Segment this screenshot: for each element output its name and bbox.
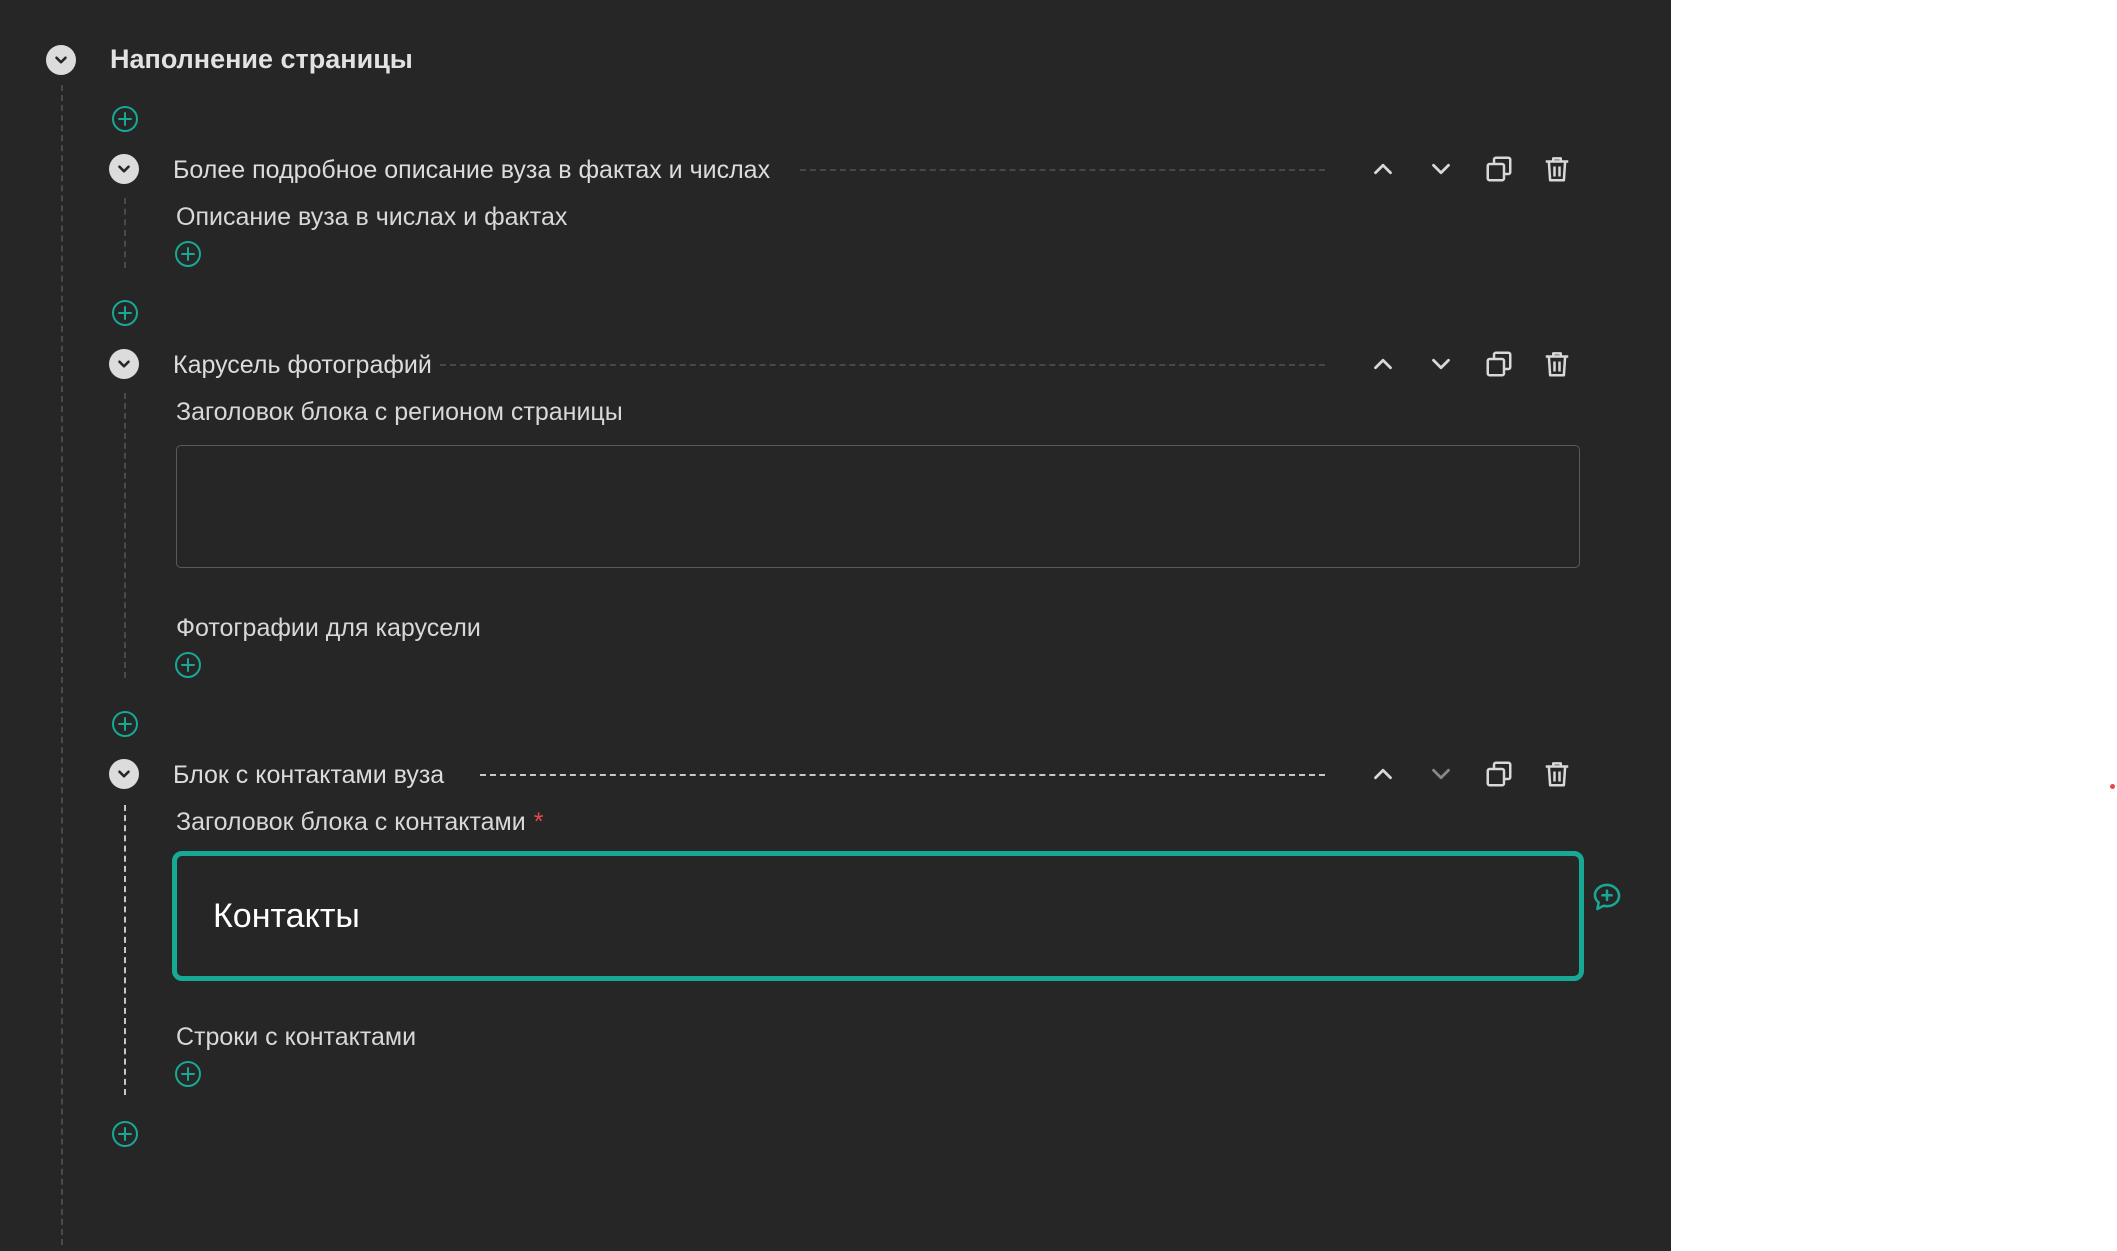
move-up-button[interactable]	[1365, 151, 1401, 187]
delete-button[interactable]	[1539, 151, 1575, 187]
move-down-button[interactable]	[1423, 346, 1459, 382]
plus-icon	[118, 717, 132, 731]
plus-icon	[181, 1067, 195, 1081]
chevron-down-icon	[1432, 163, 1450, 175]
field-label-text: Заголовок блока с контактами	[176, 808, 526, 836]
delete-button[interactable]	[1539, 346, 1575, 382]
block-collapse-button[interactable]	[109, 349, 139, 379]
block-guide-line	[124, 393, 126, 678]
add-block-button[interactable]	[112, 711, 138, 737]
input-value: Контакты	[213, 896, 360, 935]
field-label: Заголовок блока с контактами *	[176, 808, 543, 837]
block-guide-line	[124, 805, 126, 1095]
move-up-button[interactable]	[1365, 756, 1401, 792]
copy-icon	[1486, 156, 1512, 182]
cursor-marker	[2110, 784, 2115, 789]
plus-icon	[181, 247, 195, 261]
chevron-down-icon	[118, 770, 130, 778]
block-header-divider	[480, 774, 1325, 776]
block-title: Блок с контактами вуза	[173, 761, 445, 789]
add-block-button[interactable]	[112, 300, 138, 326]
chevron-down-icon	[55, 56, 67, 64]
section-collapse-button[interactable]	[46, 45, 76, 75]
add-photo-button[interactable]	[175, 652, 201, 678]
trash-icon	[1545, 157, 1569, 182]
block-header-divider	[440, 364, 1325, 366]
block-header-divider	[800, 169, 1325, 171]
chevron-down-icon	[1432, 768, 1450, 780]
block-guide-line	[124, 198, 126, 268]
plus-icon	[118, 306, 132, 320]
block-collapse-button[interactable]	[109, 759, 139, 789]
block-title: Карусель фотографий	[173, 351, 432, 379]
field-label: Заголовок блока с регионом страницы	[176, 398, 623, 426]
chevron-up-icon	[1374, 768, 1392, 780]
required-marker: *	[533, 808, 544, 836]
add-block-button[interactable]	[112, 1121, 138, 1147]
move-down-button[interactable]	[1423, 151, 1459, 187]
duplicate-button[interactable]	[1481, 756, 1517, 792]
block-title: Более подробное описание вуза в фактах и…	[173, 156, 771, 184]
move-down-button[interactable]	[1423, 756, 1459, 792]
delete-button[interactable]	[1539, 756, 1575, 792]
page-content-editor: Наполнение страницы Более подробное опис…	[0, 0, 1671, 1251]
add-item-button[interactable]	[175, 241, 201, 267]
region-heading-input[interactable]	[176, 445, 1580, 568]
field-label: Строки с контактами	[176, 1023, 417, 1051]
block-collapse-button[interactable]	[109, 154, 139, 184]
plus-icon	[118, 112, 132, 126]
contacts-heading-input[interactable]: Контакты	[172, 851, 1584, 981]
trash-icon	[1545, 762, 1569, 787]
chevron-up-icon	[1374, 163, 1392, 175]
trash-icon	[1545, 352, 1569, 377]
copy-icon	[1486, 761, 1512, 787]
field-label: Фотографии для карусели	[176, 614, 481, 642]
move-up-button[interactable]	[1365, 346, 1401, 382]
section-guide-line	[61, 85, 63, 1245]
section-title: Наполнение страницы	[110, 44, 413, 74]
duplicate-button[interactable]	[1481, 151, 1517, 187]
chevron-up-icon	[1374, 358, 1392, 370]
chevron-down-icon	[118, 165, 130, 173]
chevron-down-icon	[1432, 358, 1450, 370]
chevron-down-icon	[118, 360, 130, 368]
add-block-button[interactable]	[112, 106, 138, 132]
add-contact-row-button[interactable]	[175, 1061, 201, 1087]
comment-add-icon[interactable]	[1590, 880, 1624, 914]
plus-icon	[181, 658, 195, 672]
field-label: Описание вуза в числах и фактах	[176, 203, 568, 231]
plus-icon	[118, 1127, 132, 1141]
copy-icon	[1486, 351, 1512, 377]
duplicate-button[interactable]	[1481, 346, 1517, 382]
